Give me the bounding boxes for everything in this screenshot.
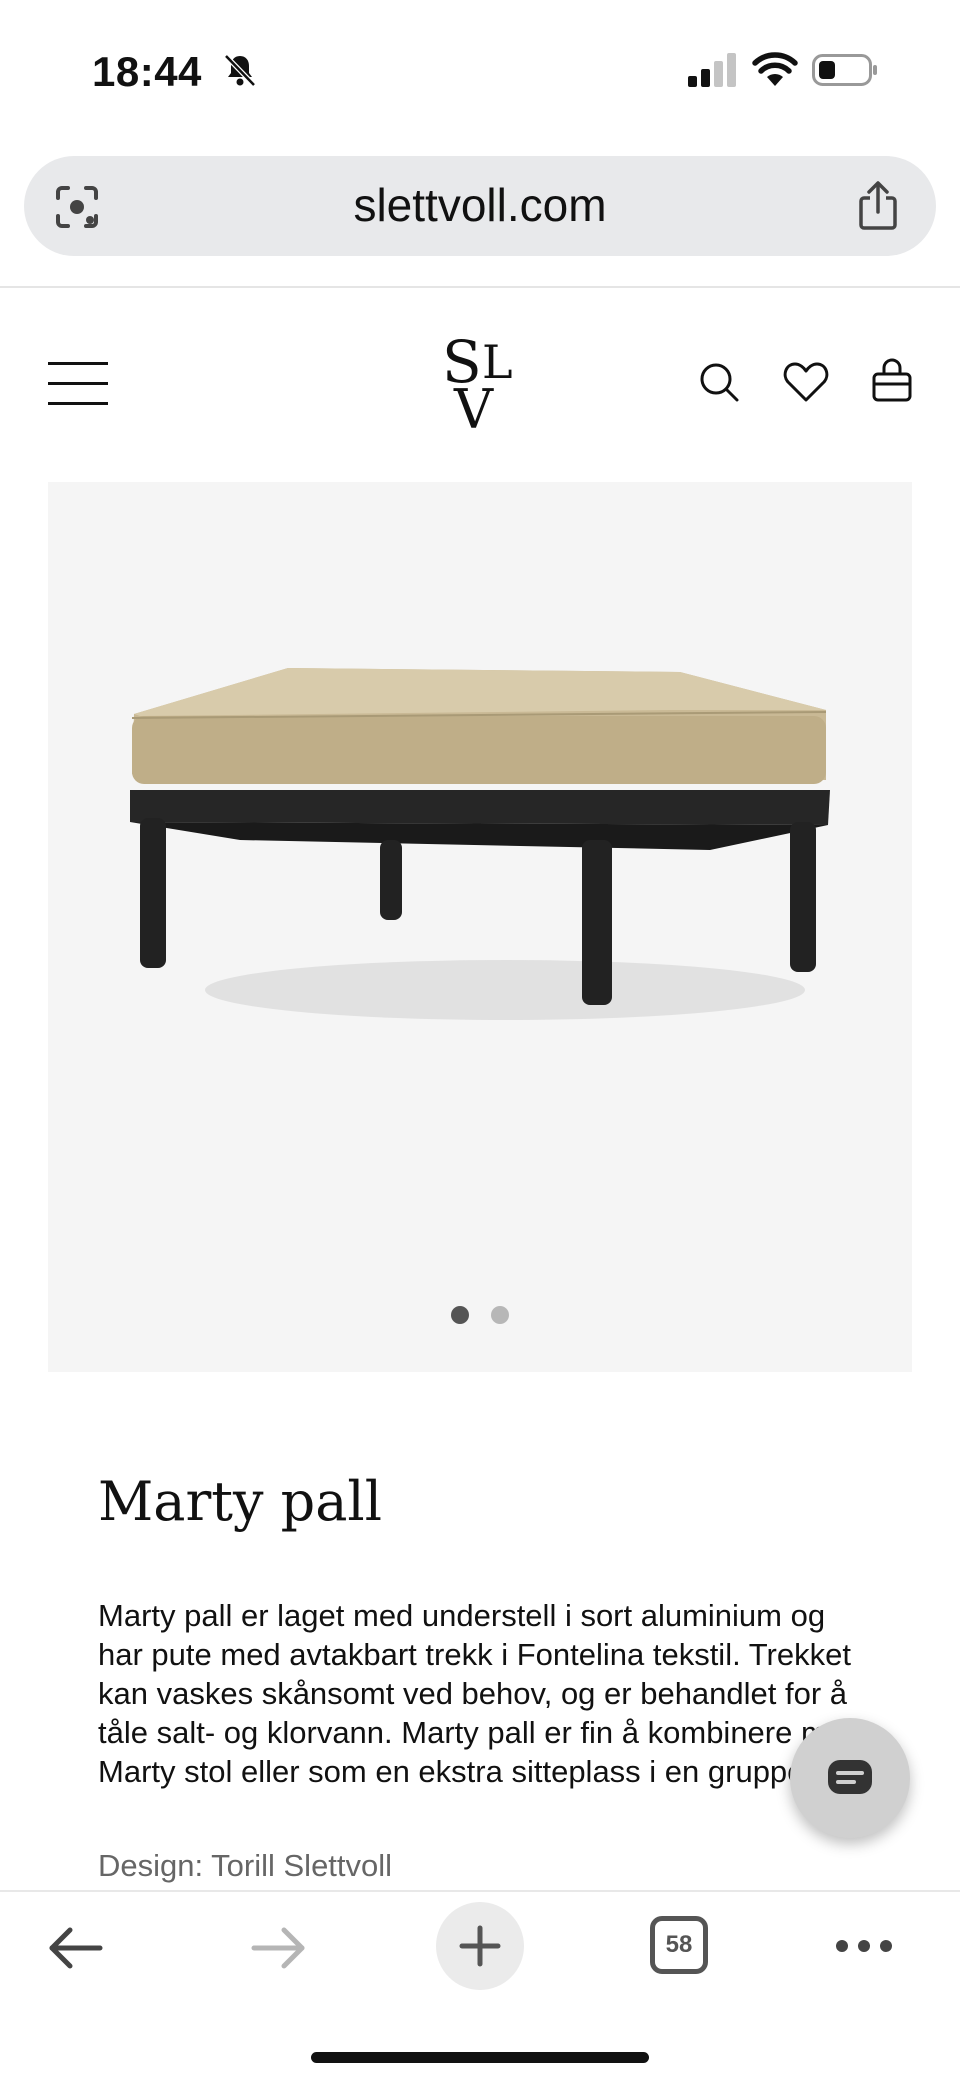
header-divider [0, 286, 960, 288]
signal-icon [688, 53, 736, 87]
bell-slash-icon [224, 54, 256, 87]
product-image [130, 668, 830, 1020]
plus-icon [459, 1925, 501, 1967]
product-designer: Design: Torill Slettvoll [98, 1848, 393, 1883]
search-icon[interactable] [697, 360, 741, 404]
site-logo[interactable]: S L V [432, 328, 528, 434]
url-domain[interactable]: slettvoll.com [0, 178, 960, 232]
back-arrow-icon[interactable] [46, 1922, 106, 1974]
status-time: 18:44 [92, 48, 202, 95]
forward-arrow-icon[interactable] [248, 1922, 308, 1974]
home-indicator [311, 2052, 649, 2063]
more-icon[interactable] [834, 1934, 894, 1958]
share-icon[interactable] [854, 180, 902, 232]
wifi-icon [752, 52, 798, 86]
chat-icon [828, 1760, 872, 1794]
product-title: Marty pall [98, 1470, 382, 1533]
menu-icon[interactable] [48, 362, 108, 406]
heart-icon[interactable] [782, 360, 830, 404]
new-tab-button[interactable] [436, 1902, 524, 1990]
bag-icon[interactable] [870, 358, 914, 404]
slide-dot-1[interactable] [451, 1306, 469, 1324]
svg-text:V: V [453, 378, 494, 434]
chat-button[interactable] [790, 1718, 910, 1838]
product-description: Marty pall er laget med understell i sor… [98, 1598, 862, 1789]
slide-dot-2[interactable] [491, 1306, 509, 1324]
tab-switcher-button[interactable]: 58 [650, 1916, 708, 1974]
battery-icon [812, 54, 877, 86]
